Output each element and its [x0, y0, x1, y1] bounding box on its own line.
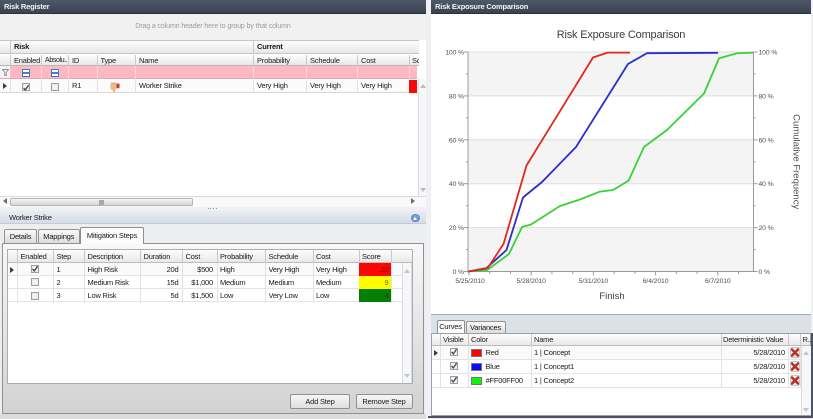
svg-text:5/31/2010: 5/31/2010: [579, 278, 609, 285]
svg-text:6/4/2010: 6/4/2010: [643, 278, 669, 285]
svg-text:80 %: 80 %: [449, 93, 464, 100]
svg-text:5/28/2010: 5/28/2010: [517, 278, 547, 285]
svg-text:100 %: 100 %: [759, 50, 778, 57]
svg-text:80 %: 80 %: [759, 93, 774, 100]
svg-text:Cumulative Frequency: Cumulative Frequency: [791, 114, 802, 209]
svg-text:Finish: Finish: [599, 291, 624, 302]
svg-text:0 %: 0 %: [453, 269, 464, 276]
svg-text:6/7/2010: 6/7/2010: [705, 278, 731, 285]
svg-text:0 %: 0 %: [759, 269, 770, 276]
svg-text:20 %: 20 %: [449, 225, 464, 232]
svg-text:60 %: 60 %: [449, 137, 464, 144]
svg-text:100 %: 100 %: [445, 50, 464, 57]
svg-text:40 %: 40 %: [759, 181, 774, 188]
svg-text:40 %: 40 %: [449, 181, 464, 188]
svg-text:5/25/2010: 5/25/2010: [455, 278, 485, 285]
svg-text:20 %: 20 %: [759, 225, 774, 232]
svg-text:60 %: 60 %: [759, 137, 774, 144]
svg-text:Risk Exposure Comparison: Risk Exposure Comparison: [557, 29, 686, 41]
